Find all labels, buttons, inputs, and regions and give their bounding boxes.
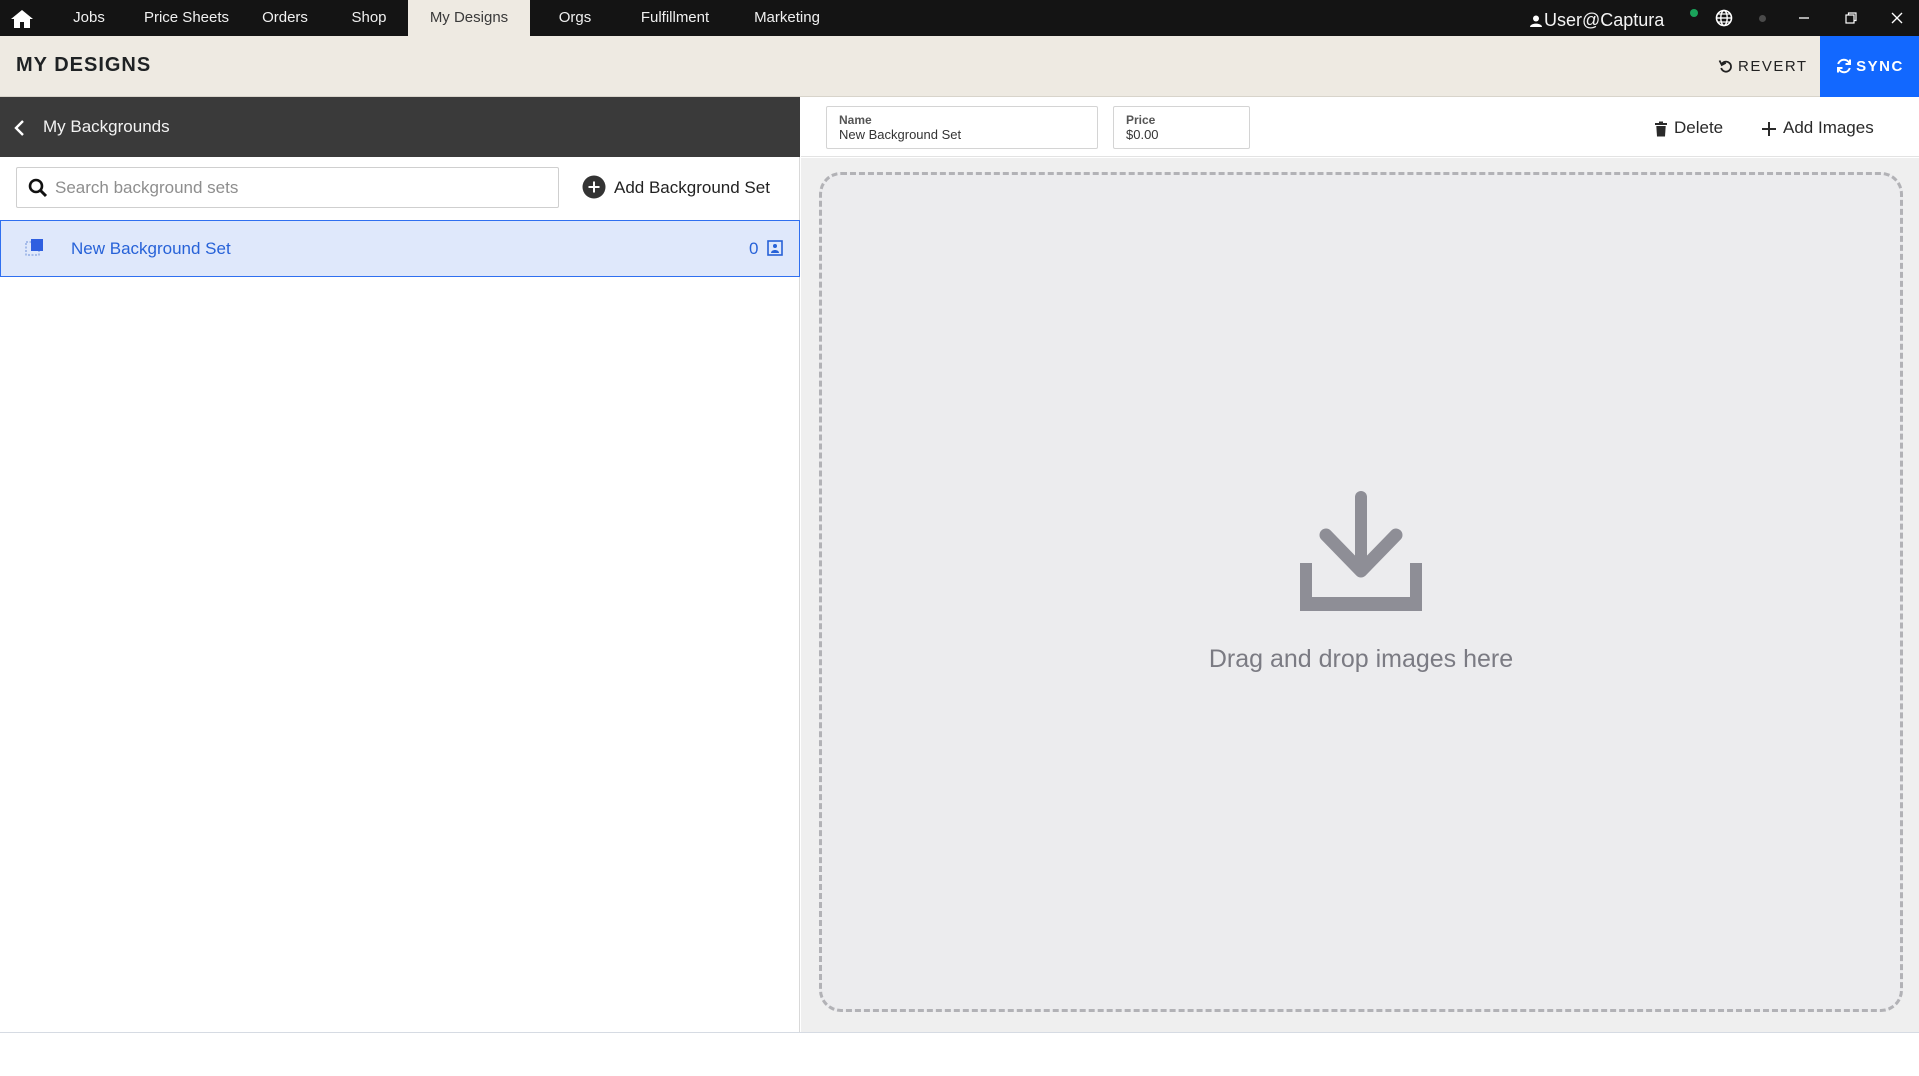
sync-label: SYNC xyxy=(1856,58,1904,75)
add-background-set-label: Add Background Set xyxy=(614,178,770,197)
image-count: 0 xyxy=(749,239,759,258)
revert-label: REVERT xyxy=(1738,58,1808,75)
nav-fulfillment[interactable]: Fulfillment xyxy=(630,0,720,36)
list-item[interactable]: New Background Set 0 xyxy=(0,220,800,277)
background-set-name: New Background Set xyxy=(71,239,231,258)
sync-button[interactable]: SYNC xyxy=(1820,36,1919,97)
nav-marketing[interactable]: Marketing xyxy=(744,0,830,36)
panel-title: My Backgrounds xyxy=(43,117,170,136)
delete-label: Delete xyxy=(1674,118,1724,137)
image-icon xyxy=(767,240,783,256)
editor-toolbar: Name New Background Set Price $0.00 Dele… xyxy=(801,97,1919,157)
price-value[interactable]: $0.00 xyxy=(1126,127,1159,142)
name-value[interactable]: New Background Set xyxy=(839,127,961,142)
image-dropzone[interactable]: Drag and drop images here xyxy=(819,172,1903,1012)
status-strip xyxy=(0,1032,1919,1076)
editor-body: Drag and drop images here xyxy=(801,158,1919,1032)
online-status-dot xyxy=(1690,9,1698,17)
search-input[interactable] xyxy=(55,174,545,202)
nav-jobs[interactable]: Jobs xyxy=(58,0,120,36)
trash-icon xyxy=(1655,121,1667,137)
backgrounds-panel-header: My Backgrounds xyxy=(0,97,800,157)
delete-button[interactable]: Delete xyxy=(1654,115,1723,141)
name-label: Name xyxy=(839,113,872,127)
nav-orgs[interactable]: Orgs xyxy=(545,0,605,36)
revert-button[interactable]: REVERT xyxy=(1718,54,1808,80)
indicator-dot xyxy=(1759,15,1766,22)
name-field[interactable]: Name New Background Set xyxy=(826,106,1098,149)
add-background-set-button[interactable]: Add Background Set xyxy=(582,174,770,202)
backgrounds-panel: My Backgrounds Add Background Set New Ba… xyxy=(0,97,800,1032)
dropzone-hint: Drag and drop images here xyxy=(1208,645,1514,673)
price-field[interactable]: Price $0.00 xyxy=(1113,106,1250,149)
sync-icon xyxy=(1837,58,1852,74)
nav-my-designs[interactable]: My Designs xyxy=(408,0,530,36)
download-icon xyxy=(1300,491,1422,611)
globe-icon[interactable] xyxy=(1715,9,1733,27)
nav-price-sheets[interactable]: Price Sheets xyxy=(134,0,239,36)
add-images-button[interactable]: Add Images xyxy=(1761,115,1874,141)
background-set-icon xyxy=(25,239,43,256)
user-icon xyxy=(1530,15,1542,27)
search-icon xyxy=(28,178,48,198)
page-header: MY DESIGNS REVERT SYNC xyxy=(0,36,1919,97)
close-icon[interactable] xyxy=(1887,8,1907,28)
add-images-label: Add Images xyxy=(1783,118,1874,137)
nav-shop[interactable]: Shop xyxy=(336,0,402,36)
user-name: User@Captura xyxy=(1544,10,1665,30)
back-chevron-icon[interactable] xyxy=(12,119,28,137)
price-label: Price xyxy=(1126,113,1156,127)
nav-orders[interactable]: Orders xyxy=(252,0,318,36)
top-nav-bar: Jobs Price Sheets Orders Shop My Designs… xyxy=(0,0,1919,36)
page-title: MY DESIGNS xyxy=(16,54,152,76)
home-icon[interactable] xyxy=(10,8,34,30)
user-menu[interactable]: User@Captura xyxy=(1530,0,1664,36)
search-field[interactable] xyxy=(16,167,559,208)
undo-icon xyxy=(1718,60,1732,73)
plus-icon xyxy=(1762,122,1776,136)
plus-circle-icon xyxy=(582,175,606,199)
minimize-icon[interactable] xyxy=(1794,8,1814,28)
background-set-editor: Name New Background Set Price $0.00 Dele… xyxy=(801,97,1919,1032)
restore-icon[interactable] xyxy=(1841,8,1861,28)
